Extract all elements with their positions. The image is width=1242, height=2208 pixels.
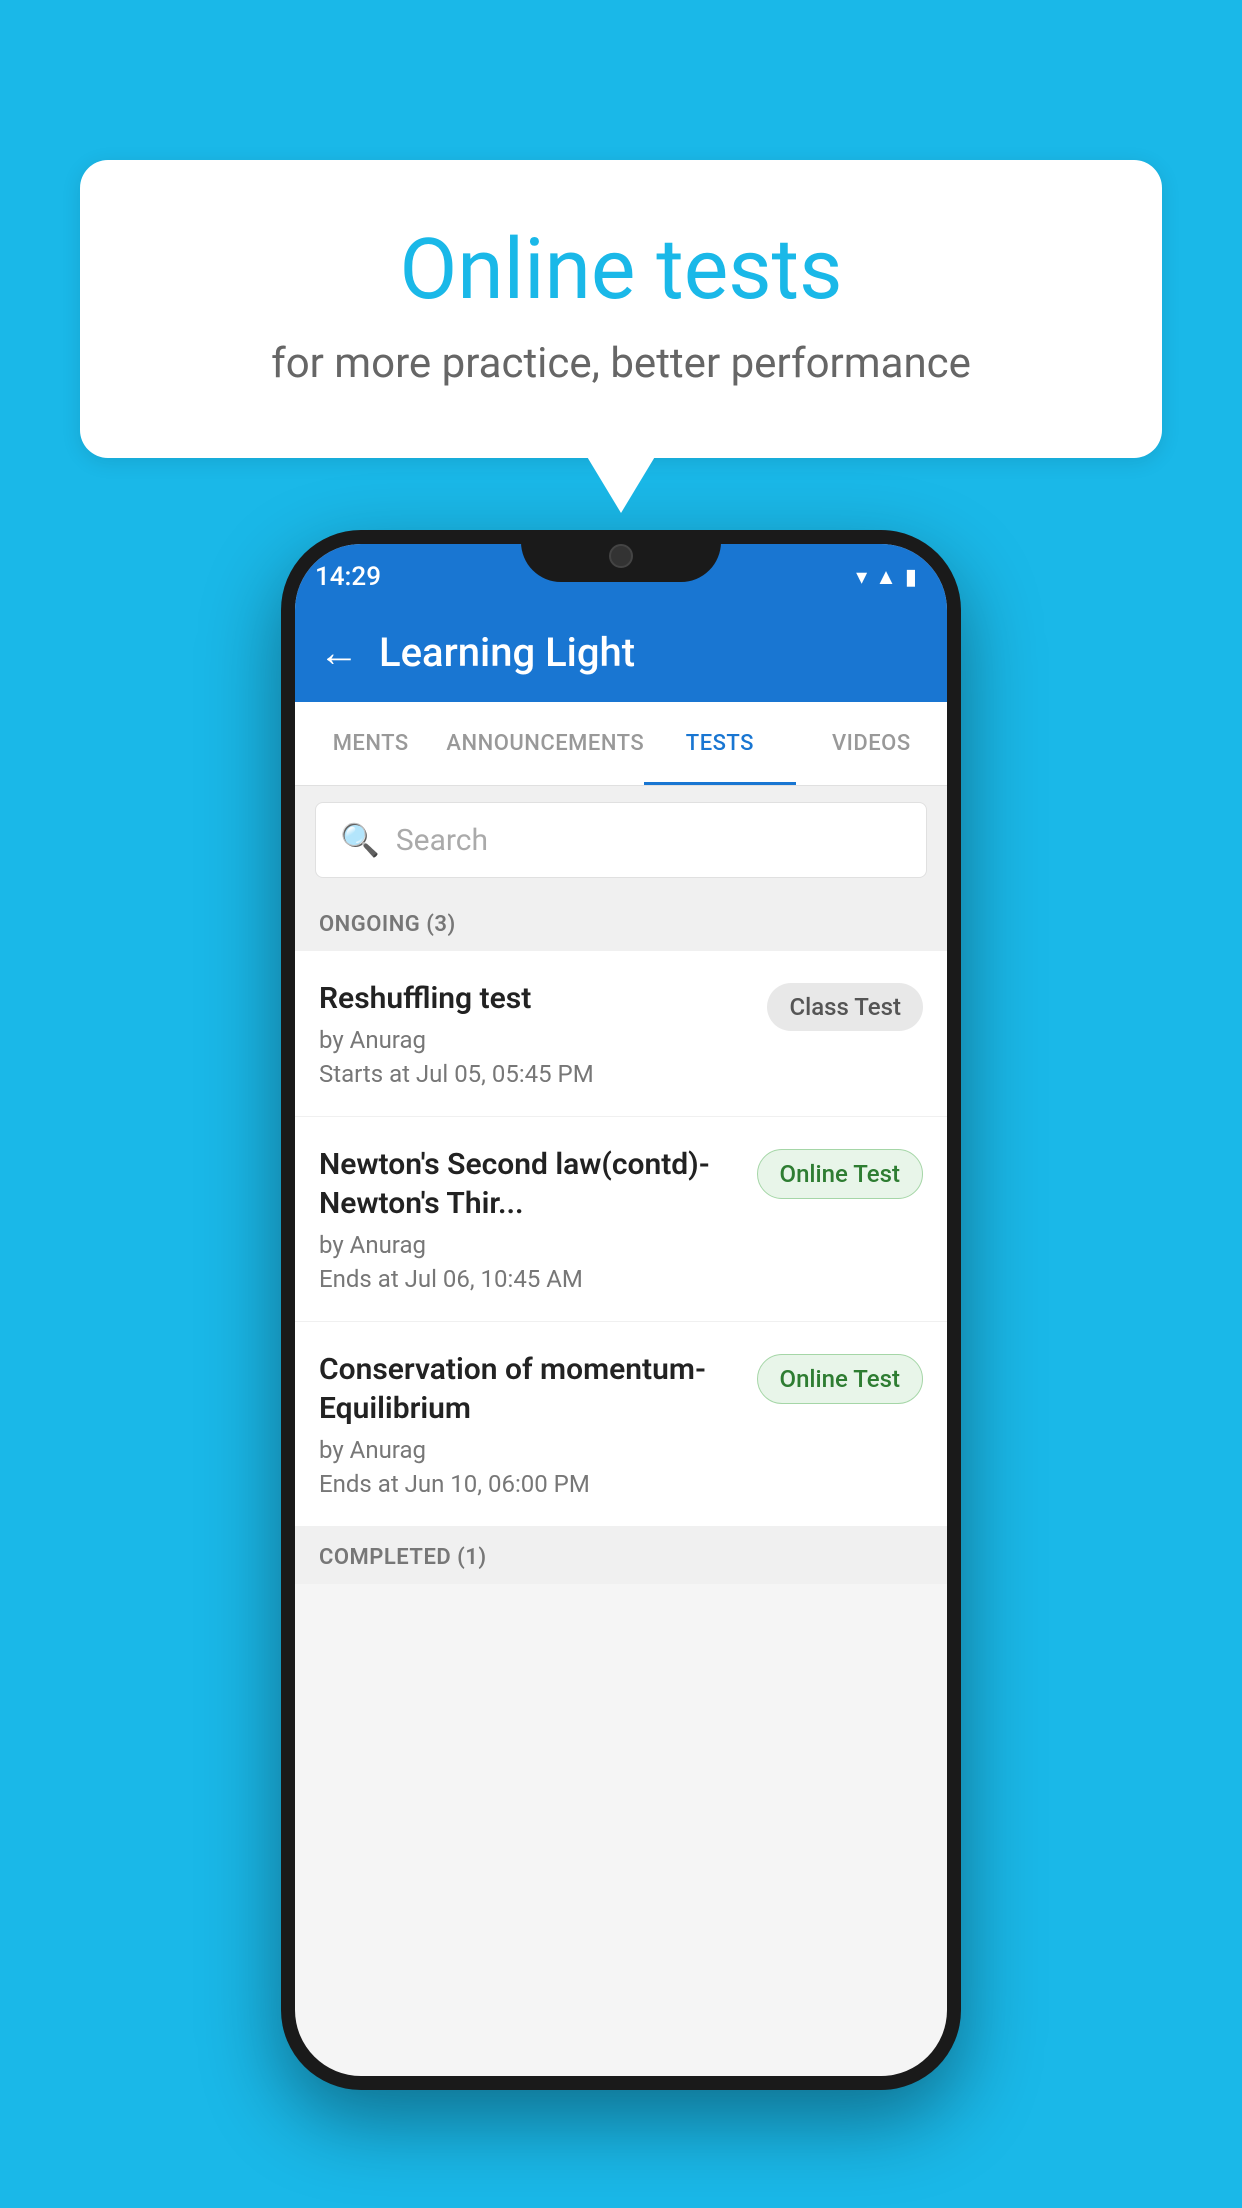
battery-icon: ▮ <box>905 565 917 590</box>
test-badge-1: Class Test <box>767 983 923 1031</box>
tests-list: Reshuffling test by Anurag Starts at Jul… <box>295 951 947 1527</box>
tabs-bar: MENTS ANNOUNCEMENTS TESTS VIDEOS <box>295 702 947 786</box>
phone-notch <box>521 530 721 582</box>
tab-ments[interactable]: MENTS <box>295 702 446 785</box>
bubble-subtitle: for more practice, better performance <box>160 339 1082 388</box>
section-header-ongoing: ONGOING (3) <box>295 894 947 951</box>
test-item-newton[interactable]: Newton's Second law(contd)-Newton's Thir… <box>295 1117 947 1322</box>
test-time-2: Ends at Jul 06, 10:45 AM <box>319 1265 737 1293</box>
tab-videos[interactable]: VIDEOS <box>796 702 947 785</box>
speech-bubble: Online tests for more practice, better p… <box>80 160 1162 458</box>
search-container: 🔍 Search <box>295 786 947 894</box>
bubble-title: Online tests <box>160 220 1082 319</box>
app-bar-title: Learning Light <box>379 629 635 676</box>
tab-tests[interactable]: TESTS <box>644 702 795 785</box>
test-name-2: Newton's Second law(contd)-Newton's Thir… <box>319 1145 737 1223</box>
test-item-reshuffling[interactable]: Reshuffling test by Anurag Starts at Jul… <box>295 951 947 1117</box>
tab-announcements[interactable]: ANNOUNCEMENTS <box>446 702 644 785</box>
test-author-1: by Anurag <box>319 1026 747 1054</box>
test-item-conservation[interactable]: Conservation of momentum-Equilibrium by … <box>295 1322 947 1527</box>
search-box[interactable]: 🔍 Search <box>315 802 927 878</box>
test-author-3: by Anurag <box>319 1436 737 1464</box>
status-icons: ▾ ▲ ▮ <box>856 564 917 590</box>
wifi-icon: ▾ <box>856 565 867 590</box>
test-info-1: Reshuffling test by Anurag Starts at Jul… <box>319 979 767 1088</box>
test-info-3: Conservation of momentum-Equilibrium by … <box>319 1350 757 1498</box>
phone-wrapper: 14:29 ▾ ▲ ▮ ← Learning Light MENTS ANNOU… <box>281 530 961 2090</box>
front-camera <box>609 544 633 568</box>
test-name-3: Conservation of momentum-Equilibrium <box>319 1350 737 1428</box>
signal-icon: ▲ <box>875 564 897 590</box>
test-author-2: by Anurag <box>319 1231 737 1259</box>
status-time: 14:29 <box>315 562 381 592</box>
app-bar: ← Learning Light <box>295 602 947 702</box>
test-name-1: Reshuffling test <box>319 979 747 1018</box>
test-info-2: Newton's Second law(contd)-Newton's Thir… <box>319 1145 757 1293</box>
phone-frame: 14:29 ▾ ▲ ▮ ← Learning Light MENTS ANNOU… <box>281 530 961 2090</box>
test-badge-2: Online Test <box>757 1149 923 1199</box>
search-icon: 🔍 <box>340 821 380 859</box>
test-time-1: Starts at Jul 05, 05:45 PM <box>319 1060 747 1088</box>
section-header-completed: COMPLETED (1) <box>295 1527 947 1584</box>
phone-screen: 14:29 ▾ ▲ ▮ ← Learning Light MENTS ANNOU… <box>295 544 947 2076</box>
speech-bubble-container: Online tests for more practice, better p… <box>80 160 1162 458</box>
section-label-completed: COMPLETED (1) <box>319 1545 487 1570</box>
back-button[interactable]: ← <box>319 629 359 676</box>
test-badge-3: Online Test <box>757 1354 923 1404</box>
search-placeholder: Search <box>396 823 488 858</box>
section-label-ongoing: ONGOING (3) <box>319 912 456 937</box>
test-time-3: Ends at Jun 10, 06:00 PM <box>319 1470 737 1498</box>
